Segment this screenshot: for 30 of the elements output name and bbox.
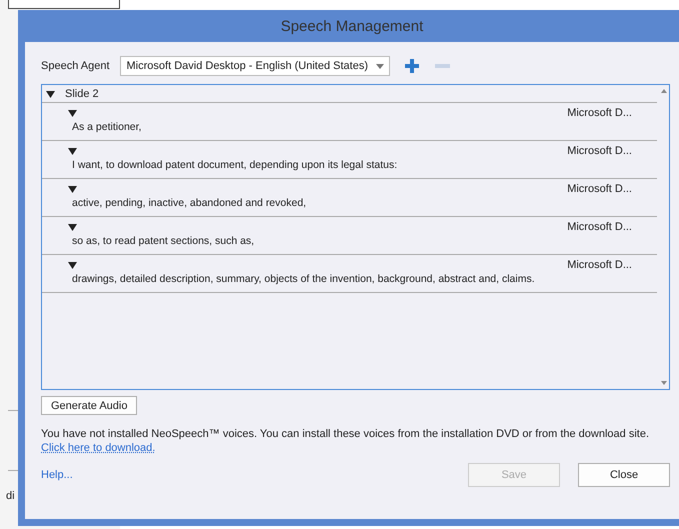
notice-text: You have not installed NeoSpeech™ voices. You can install these voices from the installation DVD or from the download site.	[41, 427, 650, 441]
voice-label: Microsoft D...	[567, 107, 632, 119]
voice-label: Microsoft D...	[567, 145, 632, 157]
triangle-down-icon[interactable]	[46, 90, 55, 98]
download-link[interactable]: Click here to download.	[41, 442, 156, 454]
voice-label: Microsoft D...	[567, 259, 632, 271]
triangle-down-icon[interactable]	[68, 109, 77, 117]
voice-label: Microsoft D...	[567, 221, 632, 233]
speech-text: drawings, detailed description, summary, objects of the invention, background, abstract and, claims.	[71, 273, 536, 285]
agent-dropdown[interactable]: Microsoft David Desktop - English (United States)	[120, 56, 390, 76]
close-button[interactable]: Close	[578, 463, 670, 487]
help-link[interactable]: Help...	[41, 469, 73, 481]
triangle-down-icon[interactable]	[68, 147, 77, 155]
triangle-down-icon[interactable]	[68, 185, 77, 193]
window-title: Speech Management	[280, 18, 424, 34]
speech-text: I want, to download patent document, depending upon its legal status:	[71, 159, 398, 171]
triangle-down-icon[interactable]	[68, 261, 77, 269]
speech-text: As a petitioner,	[71, 121, 142, 133]
scroll-up-icon[interactable]	[661, 89, 667, 93]
scroll-down-icon[interactable]	[661, 381, 667, 385]
speech-text: active, pending, inactive, abandoned and revoked,	[71, 197, 308, 209]
speech-text: so as, to read patent sections, such as,	[71, 235, 256, 247]
plus-icon[interactable]	[404, 58, 420, 74]
generate-audio-button[interactable]: Generate Audio	[41, 396, 138, 415]
tree-item[interactable]: Slide 2	[65, 88, 99, 100]
voice-label: Microsoft D...	[567, 183, 632, 195]
field-label: Speech Agent	[41, 60, 110, 72]
caret-icon	[376, 64, 384, 68]
background-text: di	[6, 490, 15, 502]
triangle-down-icon[interactable]	[68, 223, 77, 231]
